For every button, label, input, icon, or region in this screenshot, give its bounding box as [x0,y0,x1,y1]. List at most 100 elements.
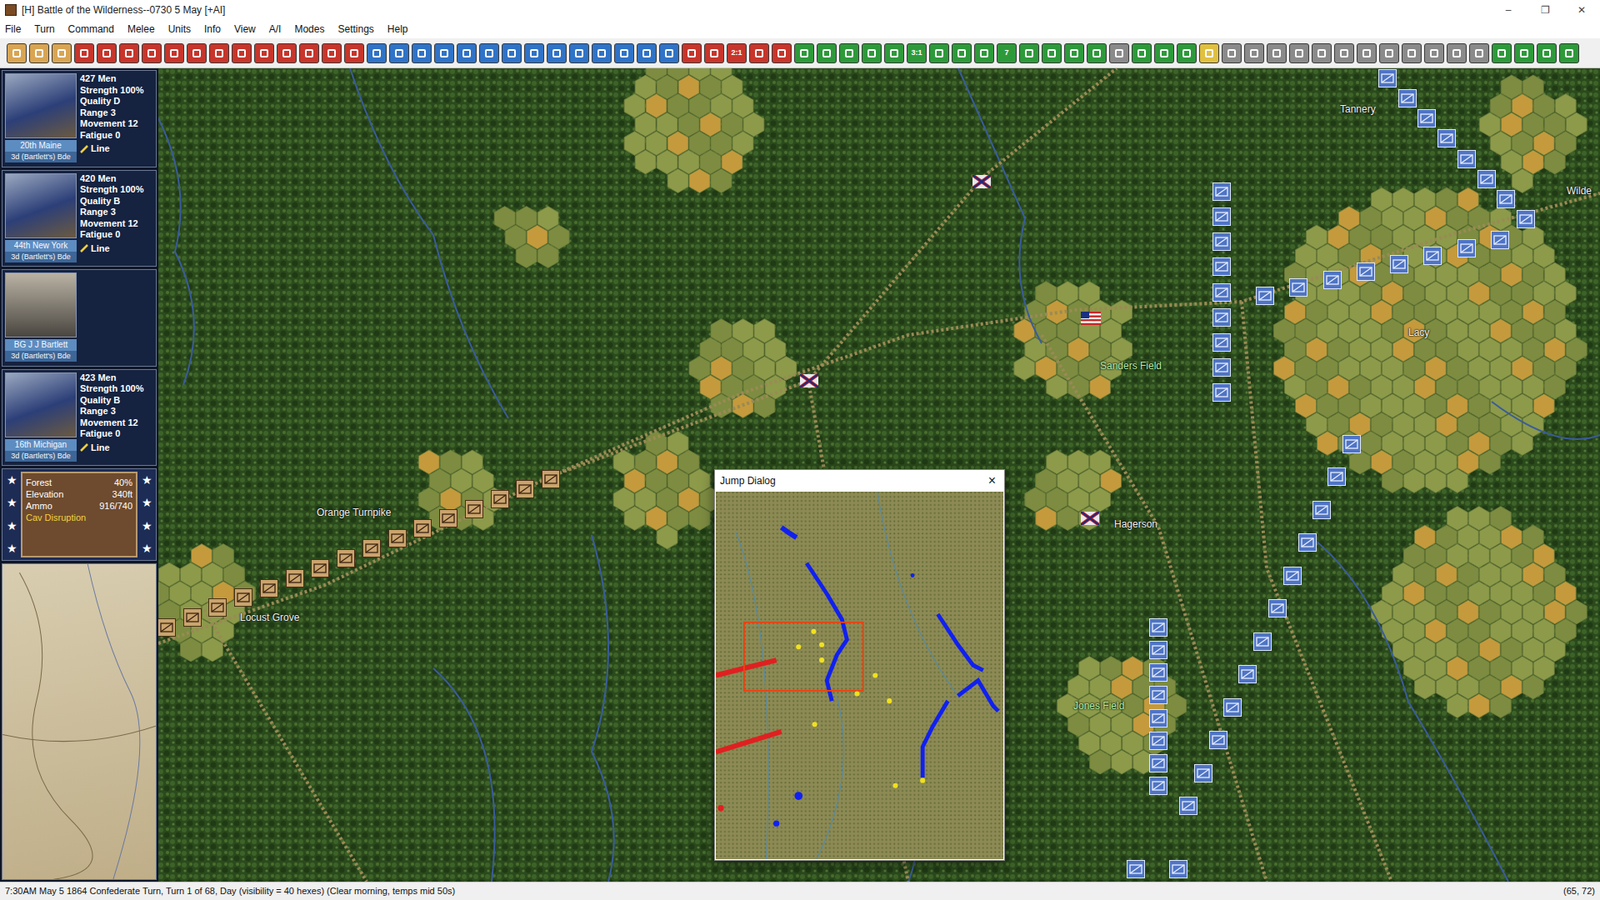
toolbar-button[interactable] [276,43,297,64]
window-control-button[interactable]: ❐ [1526,0,1564,20]
toolbar-button[interactable]: 3:1 [906,43,927,64]
toolbar-button[interactable] [1401,43,1422,64]
toolbar-button[interactable] [546,43,567,64]
toolbar-button[interactable] [1266,43,1287,64]
toolbar-button[interactable] [1469,43,1490,64]
toolbar-button[interactable] [344,43,365,64]
confederate-unit-counter[interactable] [490,490,510,509]
toolbar-button[interactable] [1086,43,1107,64]
toolbar-button[interactable] [1334,43,1355,64]
toolbar-button[interactable] [6,43,27,64]
union-unit-counter[interactable] [1496,190,1515,209]
union-unit-counter[interactable] [1477,170,1496,189]
union-unit-counter[interactable] [1149,754,1168,773]
confederate-unit-counter[interactable] [541,470,560,489]
toolbar-button[interactable] [1356,43,1377,64]
union-unit-counter[interactable] [1212,333,1231,352]
toolbar-button[interactable] [141,43,162,64]
confederate-unit-counter[interactable] [336,549,355,568]
toolbar-button[interactable] [771,43,792,64]
union-unit-counter[interactable] [1457,150,1476,169]
union-unit-counter[interactable] [1283,566,1302,585]
toolbar-button[interactable] [1514,43,1535,64]
toolbar-button[interactable] [884,43,905,64]
toolbar-button[interactable] [1154,43,1175,64]
confederate-unit-counter[interactable] [362,539,381,558]
toolbar-button[interactable] [1424,43,1445,64]
union-unit-counter[interactable] [1223,698,1242,717]
toolbar-button[interactable] [861,43,882,64]
toolbar-button[interactable] [974,43,995,64]
toolbar-button[interactable] [1244,43,1265,64]
battle-map[interactable]: TanneryWildeLacySanders FieldHagersonJon… [158,68,1600,882]
union-unit-counter[interactable] [1437,129,1456,148]
menu-item[interactable]: Command [66,21,116,37]
union-unit-counter[interactable] [1312,500,1331,520]
toolbar-button[interactable] [659,43,680,64]
menu-item[interactable]: A/I [267,21,284,37]
toolbar-button[interactable] [164,43,185,64]
union-unit-counter[interactable] [1169,860,1188,879]
toolbar-button[interactable] [209,43,230,64]
menu-item[interactable]: Turn [32,21,56,37]
toolbar-button[interactable] [929,43,950,64]
toolbar-button[interactable] [524,43,545,64]
toolbar-button[interactable] [681,43,702,64]
toolbar-button[interactable] [51,43,72,64]
minimap[interactable] [715,491,1004,860]
dialog-close-button[interactable]: × [985,474,1000,488]
unit-card[interactable]: 44th New York3d (Bartlett's) Bde420 MenS… [1,170,157,268]
toolbar-button[interactable] [636,43,657,64]
toolbar-button[interactable] [1109,43,1130,64]
toolbar-button[interactable] [1311,43,1332,64]
toolbar-button[interactable] [186,43,207,64]
union-unit-counter[interactable] [1126,860,1145,879]
menu-item[interactable]: Help [385,21,410,37]
union-unit-counter[interactable] [1268,599,1287,618]
union-unit-counter[interactable] [1423,246,1442,265]
union-unit-counter[interactable] [1149,776,1168,795]
union-unit-counter[interactable] [1255,286,1275,305]
union-unit-counter[interactable] [1490,230,1510,250]
toolbar-button[interactable] [591,43,612,64]
confederate-unit-counter[interactable] [285,569,305,588]
union-unit-counter[interactable] [1149,685,1168,705]
toolbar-button[interactable] [1289,43,1310,64]
menu-item[interactable]: View [232,21,258,37]
confederate-unit-counter[interactable] [310,559,330,578]
toolbar-button[interactable] [816,43,837,64]
confederate-unit-counter[interactable] [234,588,253,607]
union-unit-counter[interactable] [1179,796,1198,815]
confederate-marker-icon[interactable] [972,175,991,189]
union-flag-icon[interactable] [1080,311,1101,325]
toolbar-button[interactable] [749,43,770,64]
union-unit-counter[interactable] [1390,255,1409,274]
union-unit-counter[interactable] [1194,764,1213,783]
toolbar-button[interactable] [411,43,432,64]
toolbar-button[interactable] [839,43,860,64]
toolbar-button[interactable] [1199,43,1220,64]
union-unit-counter[interactable] [1212,308,1231,327]
union-unit-counter[interactable] [1323,270,1342,290]
window-control-button[interactable]: – [1490,0,1527,20]
toolbar-button[interactable] [254,43,275,64]
union-unit-counter[interactable] [1327,467,1346,486]
toolbar-button[interactable] [96,43,117,64]
confederate-unit-counter[interactable] [388,529,407,548]
toolbar-button[interactable] [1446,43,1467,64]
toolbar-button[interactable] [1131,43,1152,64]
toolbar-button[interactable] [74,43,95,64]
union-unit-counter[interactable] [1149,731,1168,750]
unit-card[interactable]: 20th Maine3d (Bartlett's) Bde427 MenStre… [1,70,157,168]
jump-dialog[interactable]: Jump Dialog× [714,469,1005,861]
toolbar-button[interactable] [1041,43,1062,64]
confederate-unit-counter[interactable] [413,519,432,538]
toolbar-button[interactable] [119,43,140,64]
toolbar-button[interactable] [1491,43,1512,64]
confederate-marker-icon[interactable] [1080,511,1100,525]
toolbar-button[interactable] [951,43,972,64]
union-unit-counter[interactable] [1149,663,1168,682]
toolbar-button[interactable] [456,43,477,64]
toolbar-button[interactable] [29,43,50,64]
union-unit-counter[interactable] [1149,709,1168,728]
